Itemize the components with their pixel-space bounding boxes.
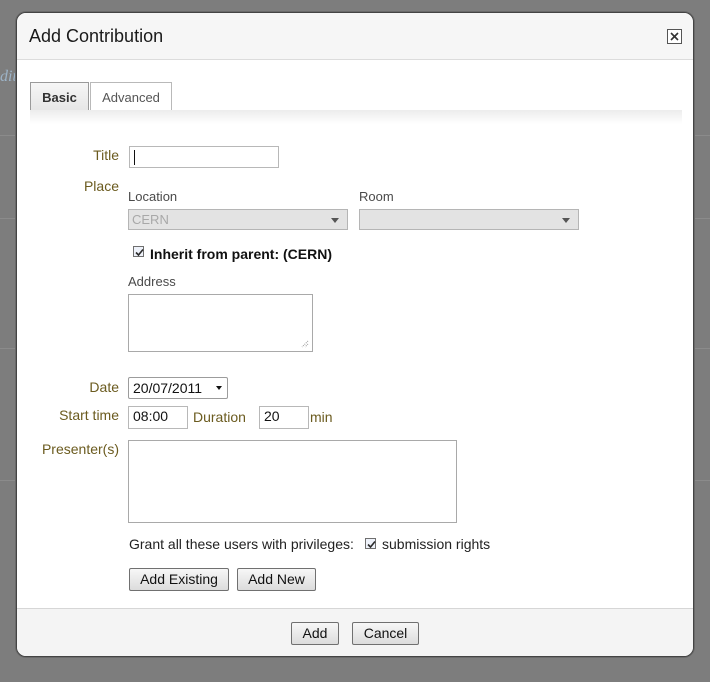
duration-label: Duration — [193, 409, 246, 425]
duration-unit: min — [310, 409, 333, 425]
add-button[interactable]: Add — [291, 622, 339, 645]
tab-basic[interactable]: Basic — [30, 82, 89, 111]
date-label: Date — [89, 379, 119, 395]
dialog-title: Add Contribution — [29, 26, 164, 46]
text-caret — [134, 150, 135, 165]
duration-input[interactable]: 20 — [259, 406, 309, 429]
tab-advanced[interactable]: Advanced — [90, 82, 172, 110]
presenters-label: Presenter(s) — [41, 441, 119, 457]
grant-privileges-label: Grant all these users with privileges: — [129, 536, 354, 552]
place-label: Place — [83, 178, 119, 194]
dialog-titlebar: Add Contribution — [17, 13, 693, 60]
start-time-input[interactable]: 08:00 — [128, 406, 188, 429]
tab-bar: Basic Advanced — [30, 82, 682, 111]
address-textarea[interactable] — [128, 294, 313, 352]
room-label: Room — [359, 189, 394, 204]
submission-rights-label: submission rights — [382, 536, 491, 552]
location-value: CERN — [132, 212, 169, 227]
dialog-footer: Add Cancel — [17, 608, 693, 656]
add-contribution-dialog: Add Contribution Basic Advanced Title Pl… — [16, 12, 694, 657]
inherit-label: Inherit from parent: (CERN) — [150, 246, 332, 262]
close-icon[interactable] — [667, 29, 682, 44]
inherit-checkbox[interactable] — [133, 246, 144, 257]
title-input[interactable] — [129, 146, 279, 168]
add-existing-button[interactable]: Add Existing — [129, 568, 229, 591]
chevron-down-icon — [216, 386, 222, 390]
submission-rights-checkbox[interactable] — [365, 538, 376, 549]
room-select[interactable] — [359, 209, 579, 230]
address-label: Address — [128, 274, 176, 289]
chevron-down-icon — [331, 218, 339, 223]
presenters-list[interactable] — [128, 440, 457, 523]
resize-grip-icon[interactable] — [301, 340, 309, 348]
location-select[interactable]: CERN — [128, 209, 348, 230]
date-value: 20/07/2011 — [133, 380, 203, 396]
date-select[interactable]: 20/07/2011 — [128, 377, 228, 399]
location-label: Location — [128, 189, 178, 204]
background-page-text: dit — [0, 68, 17, 85]
tab-content-shadow — [30, 110, 682, 124]
start-time-label: Start time — [59, 407, 119, 423]
chevron-down-icon — [562, 218, 570, 223]
title-label: Title — [93, 147, 119, 163]
add-new-button[interactable]: Add New — [237, 568, 316, 591]
cancel-button[interactable]: Cancel — [352, 622, 419, 645]
